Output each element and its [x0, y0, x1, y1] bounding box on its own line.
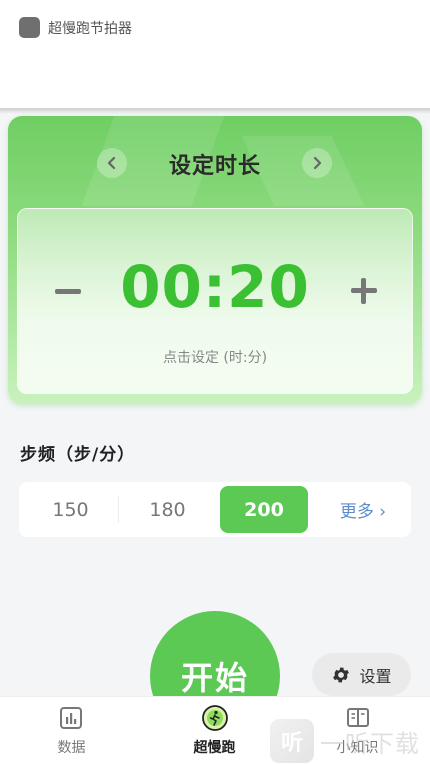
gear-icon [333, 667, 350, 682]
tab-label: 超慢跑 [193, 740, 236, 756]
duration-card: 设定时长 00:20 点击设定 (时:分) [8, 116, 422, 404]
cadence-option-150[interactable]: 150 [23, 486, 118, 533]
header-shadow [0, 108, 430, 114]
runner-icon [202, 705, 228, 731]
chevron-right-icon [313, 156, 322, 170]
app-header: 超慢跑节拍器 [0, 0, 430, 110]
increase-button[interactable] [348, 275, 380, 307]
watermark-text: 一听下载 [320, 729, 420, 758]
next-duration-button[interactable] [302, 148, 332, 178]
bar-chart-icon [60, 707, 82, 729]
cadence-option-180[interactable]: 180 [120, 486, 215, 533]
settings-button[interactable]: 设置 [312, 653, 411, 696]
settings-label: 设置 [359, 666, 392, 686]
app-title: 超慢跑节拍器 [48, 21, 132, 37]
app-icon [19, 17, 40, 38]
cadence-selector: 150 180 200 更多 › [19, 482, 411, 537]
cadence-label: 步频（步/分） [20, 445, 136, 465]
duration-title: 设定时长 [168, 154, 261, 179]
tab-label: 数据 [57, 740, 86, 756]
set-time-hint: 点击设定 (时:分) [162, 350, 268, 366]
tab-data[interactable]: 数据 [0, 697, 143, 764]
timer-panel[interactable]: 00:20 点击设定 (时:分) [17, 208, 413, 394]
plus-icon-vertical [361, 278, 366, 304]
more-cadence-link[interactable]: 更多 › [319, 486, 407, 533]
divider [118, 496, 119, 523]
watermark-logo: 听 [270, 719, 314, 763]
cadence-option-200[interactable]: 200 [220, 486, 308, 533]
tab-super-slow-run[interactable]: 超慢跑 [143, 697, 286, 764]
watermark: 听 一听下载 [270, 718, 430, 764]
